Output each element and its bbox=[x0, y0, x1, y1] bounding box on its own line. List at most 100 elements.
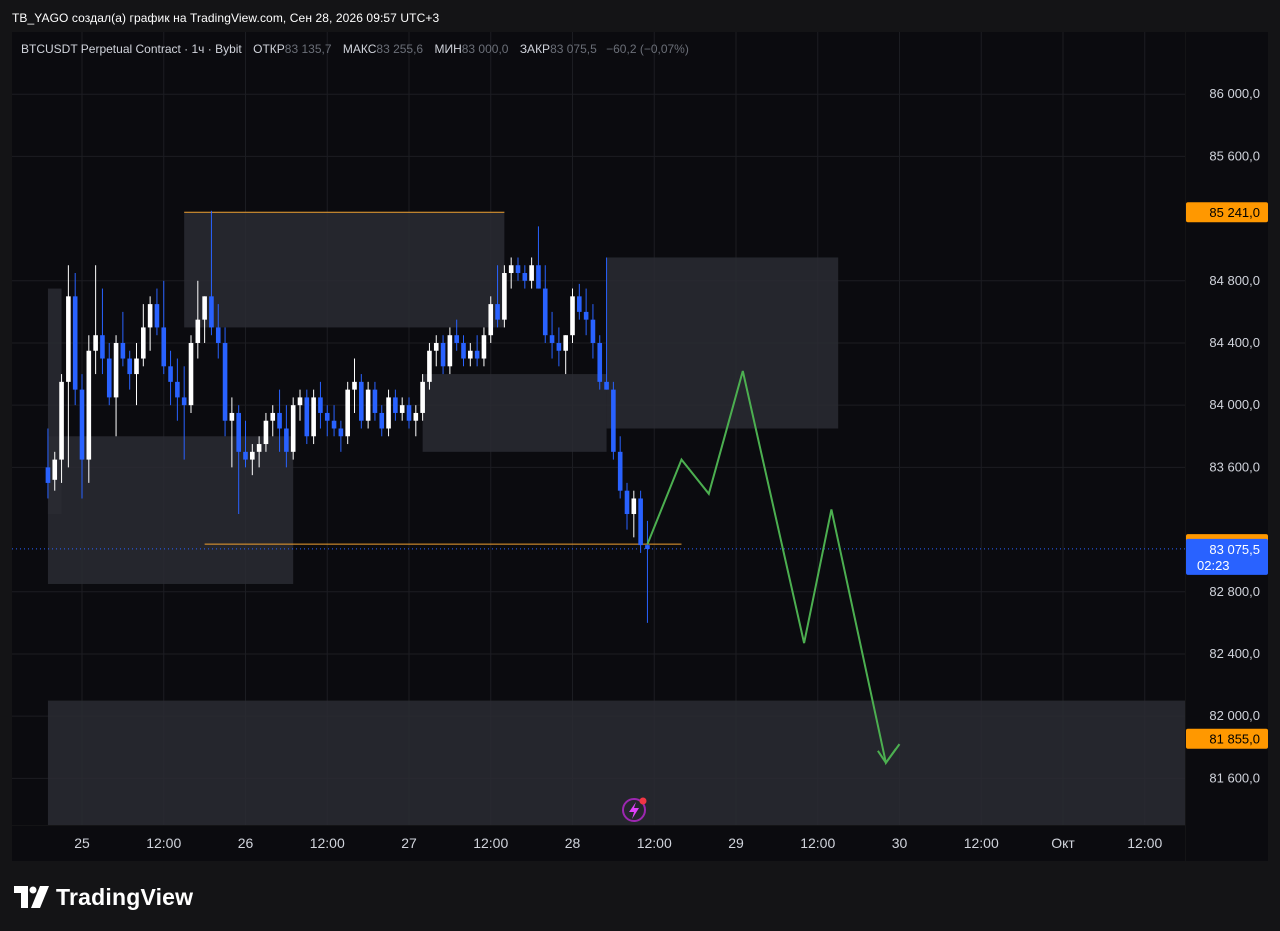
time-axis-label: 25 bbox=[74, 835, 90, 851]
candle-body bbox=[556, 342, 562, 351]
candle-body bbox=[168, 366, 173, 382]
time-axis-label: 12:00 bbox=[310, 835, 345, 851]
candle-body bbox=[522, 273, 528, 281]
candle bbox=[311, 389, 316, 445]
candle-body bbox=[440, 342, 446, 367]
candle-body bbox=[529, 265, 534, 281]
candle-body bbox=[331, 420, 337, 429]
legend-close-value: 83 075,5 bbox=[550, 42, 597, 56]
candle bbox=[638, 490, 643, 553]
brand-logo[interactable]: TradingView bbox=[14, 880, 193, 914]
legend-change: −60,2 (−0,07%) bbox=[606, 42, 689, 56]
candle-body bbox=[134, 358, 139, 375]
candle-body bbox=[502, 273, 507, 320]
candle-body bbox=[454, 335, 459, 343]
candle-body bbox=[141, 327, 146, 359]
candle-body bbox=[100, 335, 105, 359]
candle bbox=[304, 389, 310, 445]
candle-body bbox=[154, 304, 160, 328]
candle-body bbox=[631, 498, 637, 515]
candle-body bbox=[359, 381, 364, 421]
candle-body bbox=[229, 412, 235, 421]
candle-body bbox=[577, 296, 582, 312]
candle bbox=[359, 374, 364, 429]
candle-body bbox=[597, 342, 603, 382]
tradingview-logo-icon bbox=[14, 886, 49, 908]
candle-body bbox=[461, 342, 466, 359]
candle-body bbox=[352, 381, 357, 390]
price-axis-label: 82 800,0 bbox=[1209, 584, 1260, 599]
candle-body bbox=[604, 381, 609, 390]
candle-body bbox=[284, 428, 289, 452]
price-tag-label: 83 075,5 bbox=[1209, 542, 1260, 557]
candle-body bbox=[481, 335, 487, 359]
candle-body bbox=[113, 342, 119, 398]
legend-high-label: МАКС bbox=[342, 42, 377, 56]
candle-body bbox=[324, 412, 330, 421]
time-axis-label: 12:00 bbox=[964, 835, 999, 851]
candle-body bbox=[243, 451, 248, 460]
candle-body bbox=[372, 389, 378, 413]
candle-body bbox=[188, 342, 194, 406]
time-axis-label: 29 bbox=[728, 835, 744, 851]
candle-body bbox=[570, 296, 575, 336]
candle-body bbox=[563, 335, 568, 351]
candle-body bbox=[386, 397, 391, 429]
time-axis-label: 28 bbox=[565, 835, 581, 851]
candle-body bbox=[127, 358, 132, 375]
brand-name: TradingView bbox=[56, 883, 194, 910]
candle bbox=[290, 397, 296, 460]
candle-body bbox=[508, 265, 514, 274]
candle bbox=[222, 327, 228, 437]
candle bbox=[345, 381, 350, 445]
candle-body bbox=[304, 397, 310, 437]
candle-body bbox=[468, 350, 473, 359]
candle-body bbox=[311, 397, 316, 437]
price-chart[interactable]: 86 000,0 85 600,0 84 800,0 84 400,0 84 000,0… bbox=[0, 0, 1280, 870]
lightning-icon-badge bbox=[639, 797, 647, 805]
legend-low-value: 83 000,0 bbox=[461, 42, 509, 56]
candle bbox=[188, 335, 194, 413]
candle-body bbox=[338, 428, 344, 437]
legend-symbol: BTCUSDT Perpetual Contract · 1ч · Bybit bbox=[21, 42, 242, 56]
price-axis-label: 84 000,0 bbox=[1209, 397, 1260, 412]
candle-body bbox=[427, 350, 432, 382]
candle-body bbox=[379, 412, 385, 429]
candle-body bbox=[393, 397, 398, 413]
candle-body bbox=[399, 405, 405, 413]
candle-body bbox=[420, 381, 425, 413]
legend-close-label: ЗАКР bbox=[519, 42, 551, 56]
candle-body bbox=[147, 304, 153, 328]
candle-body bbox=[270, 412, 276, 421]
time-axis-label: 12:00 bbox=[146, 835, 181, 851]
candle-body bbox=[195, 319, 201, 343]
zone-rect bbox=[184, 212, 505, 328]
candle-body bbox=[318, 397, 323, 413]
candle-body bbox=[433, 342, 439, 351]
legend-open-label: ОТКР bbox=[253, 42, 285, 56]
price-axis-label: 84 800,0 bbox=[1209, 273, 1260, 288]
time-axis-label: 12:00 bbox=[637, 835, 672, 851]
candle-body bbox=[120, 342, 126, 359]
candle-body bbox=[447, 335, 453, 367]
candle-body bbox=[263, 420, 269, 445]
candle-body bbox=[215, 327, 221, 343]
price-axis-label: 81 600,0 bbox=[1209, 770, 1260, 785]
candle-body bbox=[250, 451, 255, 460]
zone-rect bbox=[47, 700, 1185, 825]
candle-body bbox=[536, 265, 541, 289]
zone-rect bbox=[422, 374, 607, 452]
candle-body bbox=[175, 381, 180, 398]
price-axis-label: 82 000,0 bbox=[1209, 708, 1260, 723]
time-axis-label: 12:00 bbox=[473, 835, 508, 851]
time-axis-label: 30 bbox=[892, 835, 908, 851]
candle-body bbox=[209, 296, 214, 328]
candle-body bbox=[515, 265, 521, 274]
candle-body bbox=[161, 327, 167, 367]
candle-body bbox=[79, 389, 85, 460]
legend-low-label: МИН bbox=[434, 42, 462, 56]
time-axis-label: Окт bbox=[1051, 835, 1075, 851]
candle-body bbox=[638, 498, 643, 546]
candle-body bbox=[202, 296, 207, 320]
candle-body bbox=[624, 490, 630, 515]
